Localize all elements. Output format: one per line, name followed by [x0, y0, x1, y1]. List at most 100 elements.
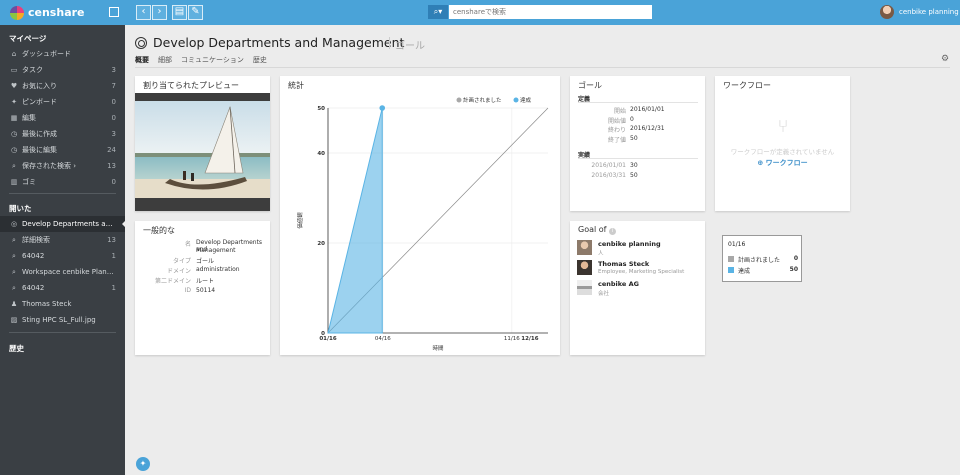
preview-frame: [135, 93, 270, 211]
sidebar-item[interactable]: ▨ Sting HPC SL_Full.jpg: [0, 312, 125, 328]
goal-of-name: cenbike planning: [598, 240, 661, 248]
sidebar-item[interactable]: ▥ ゴミ 0: [0, 174, 125, 190]
goal-row-key: 終了値: [607, 136, 626, 144]
sidebar-item-label: 最後に作成: [22, 130, 57, 138]
sidebar-item-label: 最後に編集: [22, 146, 57, 154]
goal-row-value: 50: [630, 171, 638, 179]
sidebar-item[interactable]: ⌕ 64042 1: [0, 280, 125, 296]
back-button[interactable]: ‹: [136, 5, 151, 20]
sidebar-item-label: Workspace cenbike Planning: [22, 268, 116, 276]
tooltip-swatch: [728, 267, 734, 273]
sidebar-item[interactable]: ◷ 最後に編集 24: [0, 142, 125, 158]
goal-of-card: Goal of i cenbike planning 人 Thomas Steck E…: [570, 221, 705, 355]
person-avatar: [577, 240, 592, 255]
sidebar-item[interactable]: ⌕ 詳細検索 13: [0, 232, 125, 248]
goal-row-key: 2016/03/31: [591, 171, 626, 179]
sidebar-item[interactable]: ⌕ 保存された検索 › 13: [0, 158, 125, 174]
general-row-key: ID: [184, 287, 191, 294]
goal-of-subtitle: 人: [598, 251, 604, 257]
sidebar-item-count: 1: [111, 252, 116, 260]
tab-history[interactable]: 歴史: [253, 55, 267, 65]
sidebar-item[interactable]: ⌕ 64042 1: [0, 248, 125, 264]
search-input[interactable]: [449, 5, 652, 19]
tab-overview[interactable]: 概要: [135, 55, 149, 65]
goal-row-key: 開始値: [607, 117, 626, 125]
sidebar-item-count: 3: [111, 130, 116, 138]
title-separator: [389, 37, 390, 49]
home-icon: ⌂: [11, 50, 17, 58]
tools-icon[interactable]: ✎: [188, 5, 203, 20]
tab-details[interactable]: 細部: [158, 55, 172, 65]
general-row-key: ドメイン: [166, 268, 191, 275]
y-tick-label: 20: [317, 241, 325, 247]
info-icon[interactable]: i: [609, 228, 617, 235]
document-icon[interactable]: ▤: [172, 5, 187, 20]
sidebar-item-label: ピンボード: [22, 98, 57, 106]
sidebar-item-label: ゴミ: [22, 178, 36, 186]
sidebar-item[interactable]: ♥ お気に入り 7: [0, 78, 125, 94]
sidebar-item[interactable]: ✦ ピンボード 0: [0, 94, 125, 110]
sidebar-item[interactable]: ▦ 編集 0: [0, 110, 125, 126]
clock-icon: ◷: [10, 146, 18, 154]
goal-row-key: 開始: [613, 108, 626, 115]
general-row-value: Management: [196, 247, 236, 254]
sidebar-item-label: お気に入り: [22, 82, 57, 90]
goal-of-title-text: Goal of: [578, 225, 607, 234]
goal-card-title: ゴール: [578, 81, 602, 90]
achieved-area[interactable]: [327, 107, 383, 334]
search-scope-button[interactable]: ⌕▾: [428, 5, 448, 19]
gear-icon[interactable]: ⚙: [941, 54, 949, 64]
sidebar-item-count: 13: [107, 162, 116, 170]
goal-row: 開始 2016/01/01: [570, 106, 705, 115]
sidebar-item[interactable]: ◷ 最後に作成 3: [0, 126, 125, 142]
top-bar: censhare ‹ › ▤ ✎ ⌕▾ cenbike planning: [0, 0, 960, 25]
goal-of-entry[interactable]: cenbike planning 人: [577, 240, 702, 258]
sidebar-item[interactable]: ⌕ Workspace cenbike Planning: [0, 264, 125, 280]
censhare-logo[interactable]: censhare: [10, 5, 85, 20]
sidebar-item[interactable]: ⌂ ダッシュボード: [0, 46, 125, 62]
y-axis-label: 価値観: [296, 212, 304, 229]
history-heading: 歴史: [9, 344, 24, 353]
sidebar-item[interactable]: ◎ Develop Departments and Ma...: [0, 216, 126, 232]
panel-toggle-icon[interactable]: [109, 7, 119, 17]
general-card-title: 一般的な: [143, 226, 175, 235]
page-title: Develop Departments and Management: [153, 35, 405, 50]
legend-marker: [513, 97, 519, 103]
add-workflow-button[interactable]: ⊕ ワークフロー: [715, 158, 850, 168]
goal-of-entry[interactable]: Thomas Steck Employee, Marketing Speciali…: [577, 260, 702, 278]
x-axis-label: 時間: [432, 344, 444, 352]
user-name[interactable]: cenbike planning: [899, 8, 959, 16]
sidebar-item-label: Develop Departments and Ma...: [22, 220, 116, 228]
edit-icon: ▦: [10, 114, 18, 122]
chart-tooltip: 01/16 計画されました 0 達成 50: [722, 235, 802, 282]
page-type-label: ゴール: [395, 41, 425, 52]
general-row: Management: [135, 247, 270, 256]
preview-card-title: 割り当てられたプレビュー: [143, 81, 239, 90]
search-icon: ⌕: [12, 267, 16, 276]
sidebar-item[interactable]: ▭ タスク 3: [0, 62, 125, 78]
forward-button[interactable]: ›: [152, 5, 167, 20]
user-avatar[interactable]: [880, 5, 894, 19]
sidebar-item-label: Thomas Steck: [22, 300, 72, 308]
pin-icon[interactable]: ✦: [136, 457, 150, 471]
workflow-card: ワークフロー ⑂ ワークフローが定義されていません ⊕ ワークフロー: [715, 76, 850, 211]
tooltip-row: 達成 50: [728, 266, 800, 275]
x-tick-label: 04/16: [375, 336, 391, 342]
sidebar-item-count: 0: [111, 98, 116, 106]
mypage-heading: マイページ: [9, 34, 47, 43]
goal-progress-chart[interactable]: 020405001/16 04/16 11/16 12/16計画されました 達成時間価値…: [280, 76, 560, 355]
goal-of-entry[interactable]: cenbike AG 会社: [577, 280, 702, 298]
tab-communication[interactable]: コミュニケーション: [181, 55, 244, 65]
sidebar-item[interactable]: ♟ Thomas Steck: [0, 296, 125, 312]
goal-row-value: 2016/01/01: [630, 106, 665, 113]
achieved-point[interactable]: [379, 105, 386, 111]
preview-image[interactable]: [135, 101, 270, 198]
tooltip-value: 0: [793, 255, 798, 262]
target-icon: ◎: [10, 220, 18, 228]
clock-icon: ◷: [10, 130, 18, 138]
general-row-value: ゴール: [196, 258, 215, 265]
person-avatar: [577, 260, 592, 275]
tooltip-date: 01/16: [728, 241, 746, 248]
search-icon: ⌕: [12, 283, 16, 292]
company-logo: [577, 280, 592, 295]
